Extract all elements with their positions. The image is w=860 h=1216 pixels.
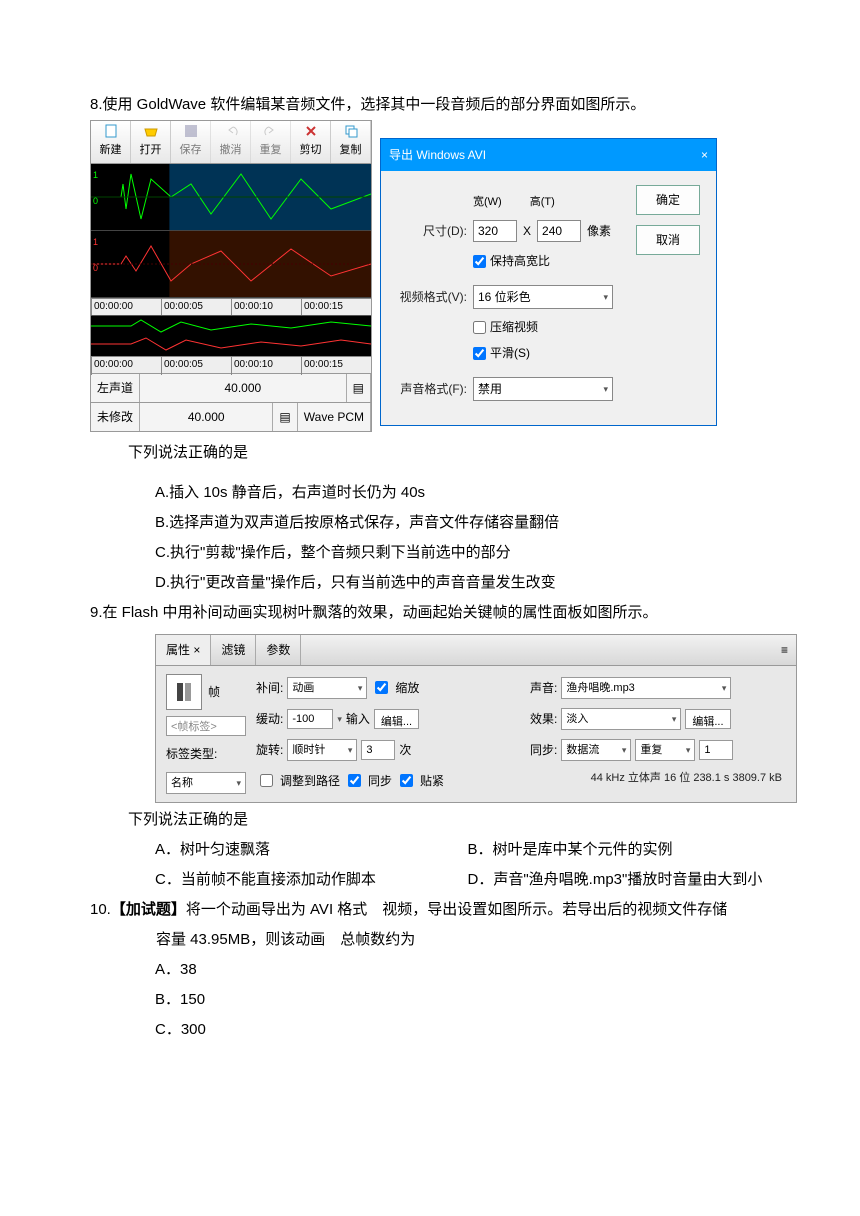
fp-sync-select[interactable]: 数据流▾ — [561, 739, 631, 761]
q8-text: 使用 GoldWave 软件编辑某音频文件，选择其中一段音频后的部分界面如图所示… — [103, 96, 646, 113]
fp-labeltype-select[interactable]: 名称▾ — [166, 772, 246, 794]
waveform-right[interactable]: 10 — [91, 231, 371, 298]
q10-tag: 【加试题】 — [111, 901, 186, 918]
q10-num: 10. — [90, 901, 111, 918]
q8-opt-c: C.执行"剪裁"操作后，整个音频只剩下当前选中的部分 — [90, 538, 780, 568]
avi-dim-label: 尺寸(D): — [397, 219, 467, 243]
q9-opt-d: D．声音"渔舟唱晚.mp3"播放时音量由大到小 — [468, 865, 781, 895]
q8-num: 8. — [90, 96, 103, 113]
fp-sound-select[interactable]: 渔舟唱晚.mp3▾ — [561, 677, 731, 699]
fp-tabs: 属性 ×滤镜参数 ≡ — [156, 635, 796, 666]
avi-title-text: 导出 Windows AVI — [389, 143, 486, 167]
gw-open-button[interactable]: 打开 — [131, 121, 171, 163]
tab-properties[interactable]: 属性 × — [156, 635, 211, 665]
gw-status-bar: 左声道40.000▤ — [91, 373, 371, 402]
avi-vfmt-select[interactable]: 16 位彩色▾ — [473, 285, 613, 309]
gw-toolbar: 新建 打开 保存 撤消 重复 剪切 复制 — [91, 121, 371, 164]
avi-titlebar: 导出 Windows AVI × — [381, 139, 716, 171]
flash-properties-panel: 属性 ×滤镜参数≡ 帧 标签类型: 名称▾ 补间:动画▾缩放 声音:渔舟唱晚.m… — [155, 634, 797, 803]
fp-scale-checkbox[interactable] — [375, 681, 388, 694]
avi-height-input[interactable] — [537, 220, 581, 242]
fp-labeltype-label: 标签类型: — [166, 742, 246, 766]
fp-frame-tag-input[interactable] — [166, 716, 246, 736]
gw-modified: 未修改 — [91, 403, 140, 431]
q10-opt-a: A．38 — [90, 955, 780, 985]
fp-sound-meta: 44 kHz 立体声 16 位 238.1 s 3809.7 kB — [530, 767, 786, 794]
frame-icon — [166, 674, 202, 710]
avi-afmt-label: 声音格式(F): — [397, 377, 467, 401]
close-icon[interactable]: × — [701, 143, 708, 167]
gw-cut-button[interactable]: 剪切 — [291, 121, 331, 163]
chevron-down-icon: ▾ — [603, 380, 608, 398]
avi-vfmt-label: 视频格式(V): — [397, 285, 467, 309]
tab-filters[interactable]: 滤镜 — [211, 635, 256, 665]
gw-redo-button[interactable]: 重复 — [251, 121, 291, 163]
fp-rotate-count-input[interactable] — [361, 740, 395, 760]
waveform-overview[interactable] — [91, 315, 371, 356]
avi-afmt-select[interactable]: 禁用▾ — [473, 377, 613, 401]
gw-new-button[interactable]: 新建 — [91, 121, 131, 163]
gw-copy-button[interactable]: 复制 — [331, 121, 371, 163]
fp-tween-select[interactable]: 动画▾ — [287, 677, 367, 699]
chevron-down-icon: ▾ — [603, 288, 608, 306]
gw-channel: 左声道 — [91, 374, 140, 402]
q9-prompt: 下列说法正确的是 — [90, 805, 780, 835]
q9-opt-a: A．树叶匀速飘落 — [155, 835, 468, 865]
fp-repeat-count-input[interactable] — [699, 740, 733, 760]
avi-keep-ratio-checkbox[interactable] — [473, 255, 486, 268]
q8-opt-a: A.插入 10s 静音后，右声道时长仍为 40s — [90, 478, 780, 508]
q10-text2: 容量 43.95MB，则该动画 总帧数约为 — [90, 925, 780, 955]
q10-opt-c: C．300 — [90, 1015, 780, 1045]
fp-sync-checkbox[interactable] — [348, 774, 361, 787]
fp-rotate-select[interactable]: 顺时针▾ — [287, 739, 357, 761]
fp-effect-select[interactable]: 淡入▾ — [561, 708, 681, 730]
q8-opt-d: D.执行"更改音量"操作后，只有当前选中的声音音量发生改变 — [90, 568, 780, 598]
gw-timeline: 00:00:0000:00:0500:00:1000:00:15 — [91, 298, 371, 315]
fp-frame-label: 帧 — [208, 680, 220, 704]
fp-ease-input[interactable] — [287, 709, 333, 729]
fp-snap-checkbox[interactable] — [400, 774, 413, 787]
gw-format: Wave PCM — [298, 403, 371, 431]
avi-cancel-button[interactable]: 取消 — [636, 225, 700, 255]
fp-repeat-select[interactable]: 重复▾ — [635, 739, 695, 761]
waveform-left[interactable]: 10 — [91, 164, 371, 231]
panel-menu-icon[interactable]: ≡ — [773, 635, 796, 665]
q9-opt-b: B．树叶是库中某个元件的实例 — [468, 835, 781, 865]
q9-text: 在 Flash 中用补间动画实现树叶飘落的效果，动画起始关键帧的属性面板如图所示… — [103, 604, 658, 621]
avi-width-input[interactable] — [473, 220, 517, 242]
q8-opt-b: B.选择声道为双声道后按原格式保存，声音文件存储容量翻倍 — [90, 508, 780, 538]
fp-path-checkbox[interactable] — [260, 774, 273, 787]
fp-effect-edit-button[interactable]: 编辑... — [685, 709, 730, 729]
gw-undo-button[interactable]: 撤消 — [211, 121, 251, 163]
gw-modified-value: 40.000 — [140, 403, 273, 431]
gw-timeline-overview: 00:00:0000:00:0500:00:1000:00:15 — [91, 356, 371, 373]
q10-opt-b: B．150 — [90, 985, 780, 1015]
avi-export-dialog: 导出 Windows AVI× 宽(W)高(T) 尺寸(D):X像素 保持高宽比… — [380, 138, 717, 426]
gw-save-button[interactable]: 保存 — [171, 121, 211, 163]
avi-smooth-checkbox[interactable] — [473, 347, 486, 360]
q8-prompt: 下列说法正确的是 — [90, 438, 780, 468]
tab-params[interactable]: 参数 — [256, 635, 301, 665]
avi-ok-button[interactable]: 确定 — [636, 185, 700, 215]
q9-opt-c: C．当前帧不能直接添加动作脚本 — [155, 865, 468, 895]
avi-compress-checkbox[interactable] — [473, 321, 486, 334]
gw-channel-value: 40.000 — [140, 374, 347, 402]
fp-edit-button[interactable]: 编辑... — [374, 709, 419, 729]
goldwave-window: 新建 打开 保存 撤消 重复 剪切 复制 10 10 00:00:0000:00… — [90, 120, 372, 432]
gw-status-bar-2: 未修改40.000▤Wave PCM — [91, 402, 371, 431]
q9-num: 9. — [90, 604, 103, 621]
q10-text: 将一个动画导出为 AVI 格式 视频，导出设置如图所示。若导出后的视频文件存储 — [186, 901, 727, 918]
